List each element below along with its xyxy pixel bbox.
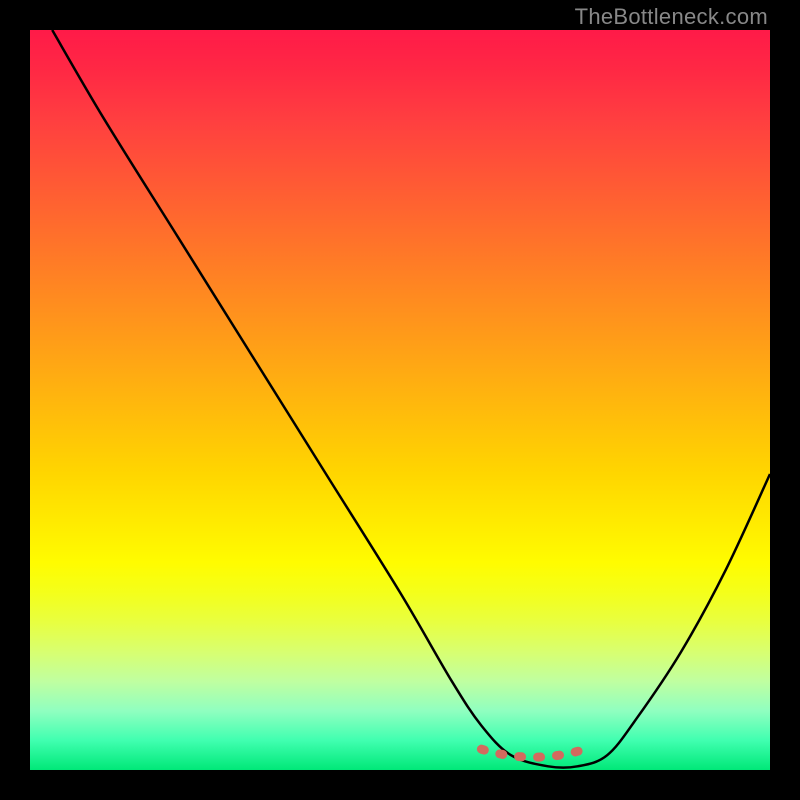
- watermark-text: TheBottleneck.com: [575, 4, 768, 30]
- plot-gradient-area: [30, 30, 770, 770]
- chart-container: TheBottleneck.com: [0, 0, 800, 800]
